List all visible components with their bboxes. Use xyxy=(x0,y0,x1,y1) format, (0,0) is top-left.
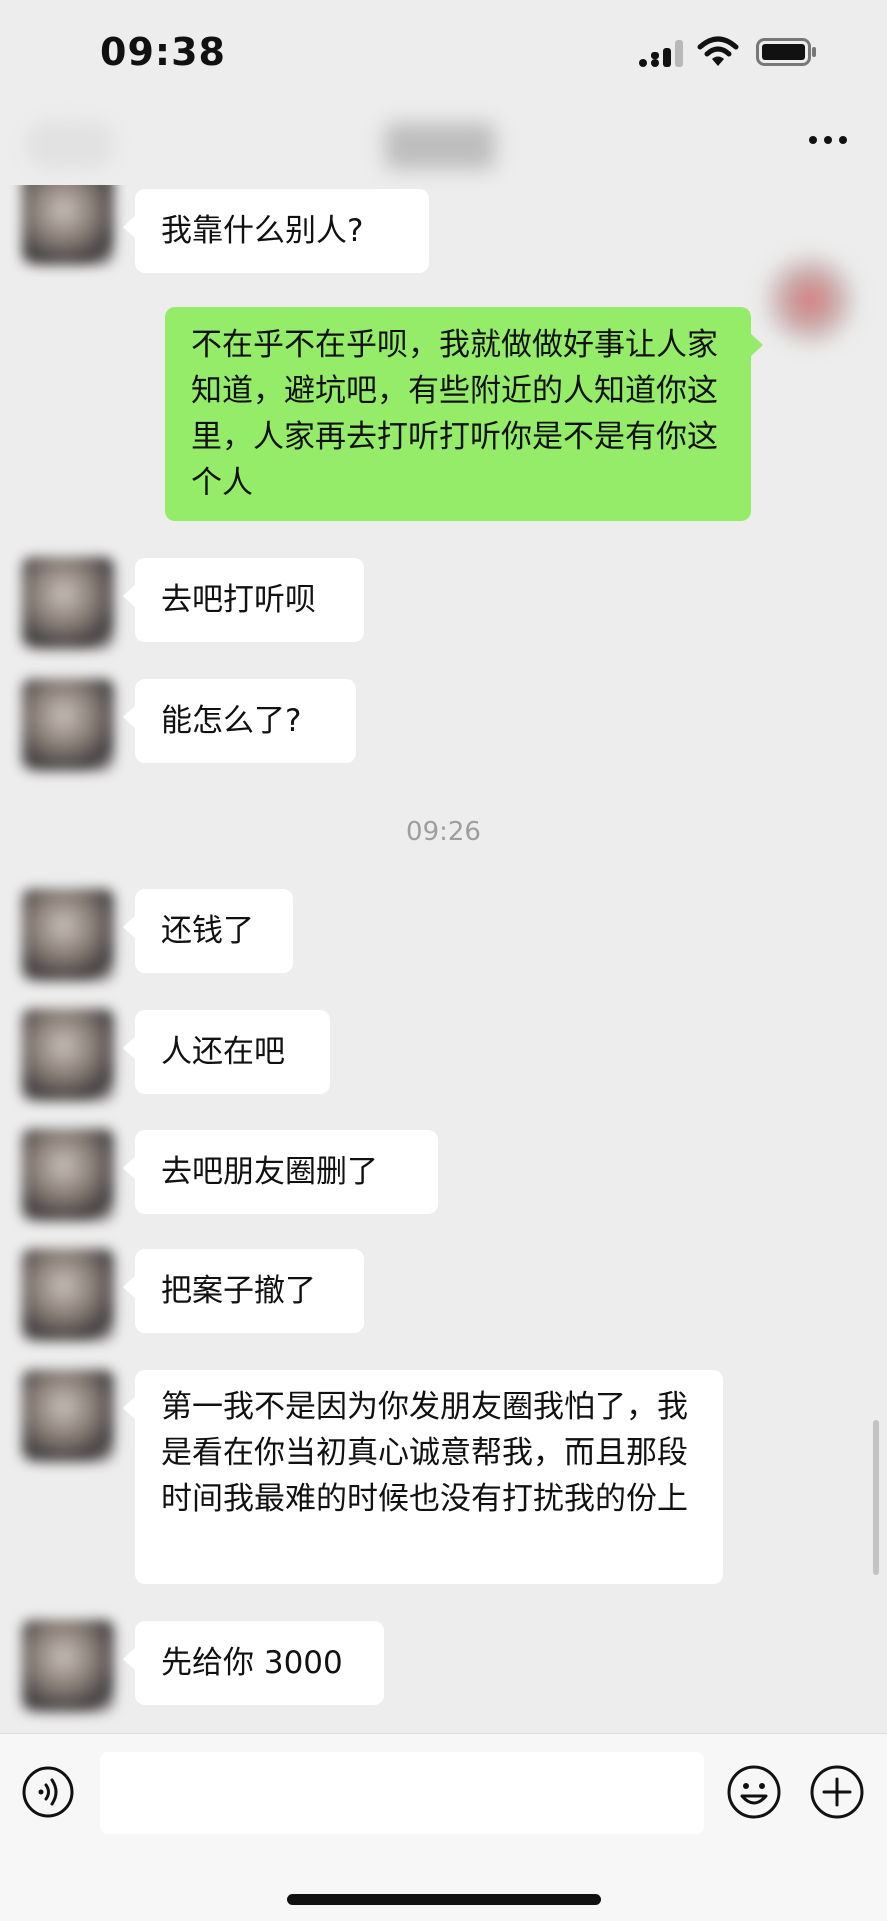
contact-avatar[interactable] xyxy=(22,185,114,265)
contact-avatar[interactable] xyxy=(22,1129,114,1221)
signal-icon xyxy=(639,40,683,67)
message-bubble[interactable]: 还钱了 xyxy=(123,889,293,973)
contact-avatar[interactable] xyxy=(22,557,114,649)
message-bubble[interactable]: 人还在吧 xyxy=(123,1010,330,1094)
message-timestamp: 09:26 xyxy=(406,817,481,847)
message-bubble[interactable]: 先给你 3000 xyxy=(123,1621,384,1705)
contact-avatar[interactable] xyxy=(22,1249,114,1341)
message-bubble[interactable]: 能怎么了? xyxy=(123,679,356,763)
message-bubble[interactable]: 去吧朋友圈删了 xyxy=(123,1130,438,1214)
wifi-icon xyxy=(697,36,739,66)
message-bubble[interactable]: 第一我不是因为你发朋友圈我怕了，我是看在你当初真心诚意帮我，而且那段时间我最难的… xyxy=(123,1370,723,1584)
message-bubble-outgoing[interactable]: 不在乎不在乎呗，我就做做好事让人家知道，避坑吧，有些附近的人知道你这里，人家再去… xyxy=(165,307,763,521)
chat-title xyxy=(385,123,495,169)
status-time: 09:38 xyxy=(100,30,226,74)
contact-avatar[interactable] xyxy=(22,1009,114,1101)
contact-avatar[interactable] xyxy=(22,1370,114,1462)
status-bar: 09:38 xyxy=(0,0,887,105)
message-input[interactable] xyxy=(100,1752,704,1834)
more-icon[interactable] xyxy=(808,133,848,147)
self-avatar[interactable] xyxy=(760,250,860,350)
voice-icon[interactable] xyxy=(21,1765,75,1819)
contact-avatar[interactable] xyxy=(22,1620,114,1712)
back-button[interactable] xyxy=(25,120,115,170)
message-bubble[interactable]: 我靠什么别人? xyxy=(123,189,429,273)
message-bubble[interactable]: 把案子撤了 xyxy=(123,1249,364,1333)
chat-header xyxy=(0,105,887,185)
emoji-icon[interactable] xyxy=(726,1764,782,1820)
input-bar xyxy=(0,1733,887,1921)
scrollbar[interactable] xyxy=(873,1420,879,1575)
message-list[interactable]: 我靠什么别人? 不在乎不在乎呗，我就做做好事让人家知道，避坑吧，有些附近的人知道… xyxy=(0,185,887,1733)
message-bubble[interactable]: 去吧打听呗 xyxy=(123,558,364,642)
battery-icon xyxy=(756,38,816,66)
contact-avatar[interactable] xyxy=(22,679,114,771)
plus-icon[interactable] xyxy=(809,1764,865,1820)
home-indicator[interactable] xyxy=(287,1894,601,1905)
contact-avatar[interactable] xyxy=(22,889,114,981)
